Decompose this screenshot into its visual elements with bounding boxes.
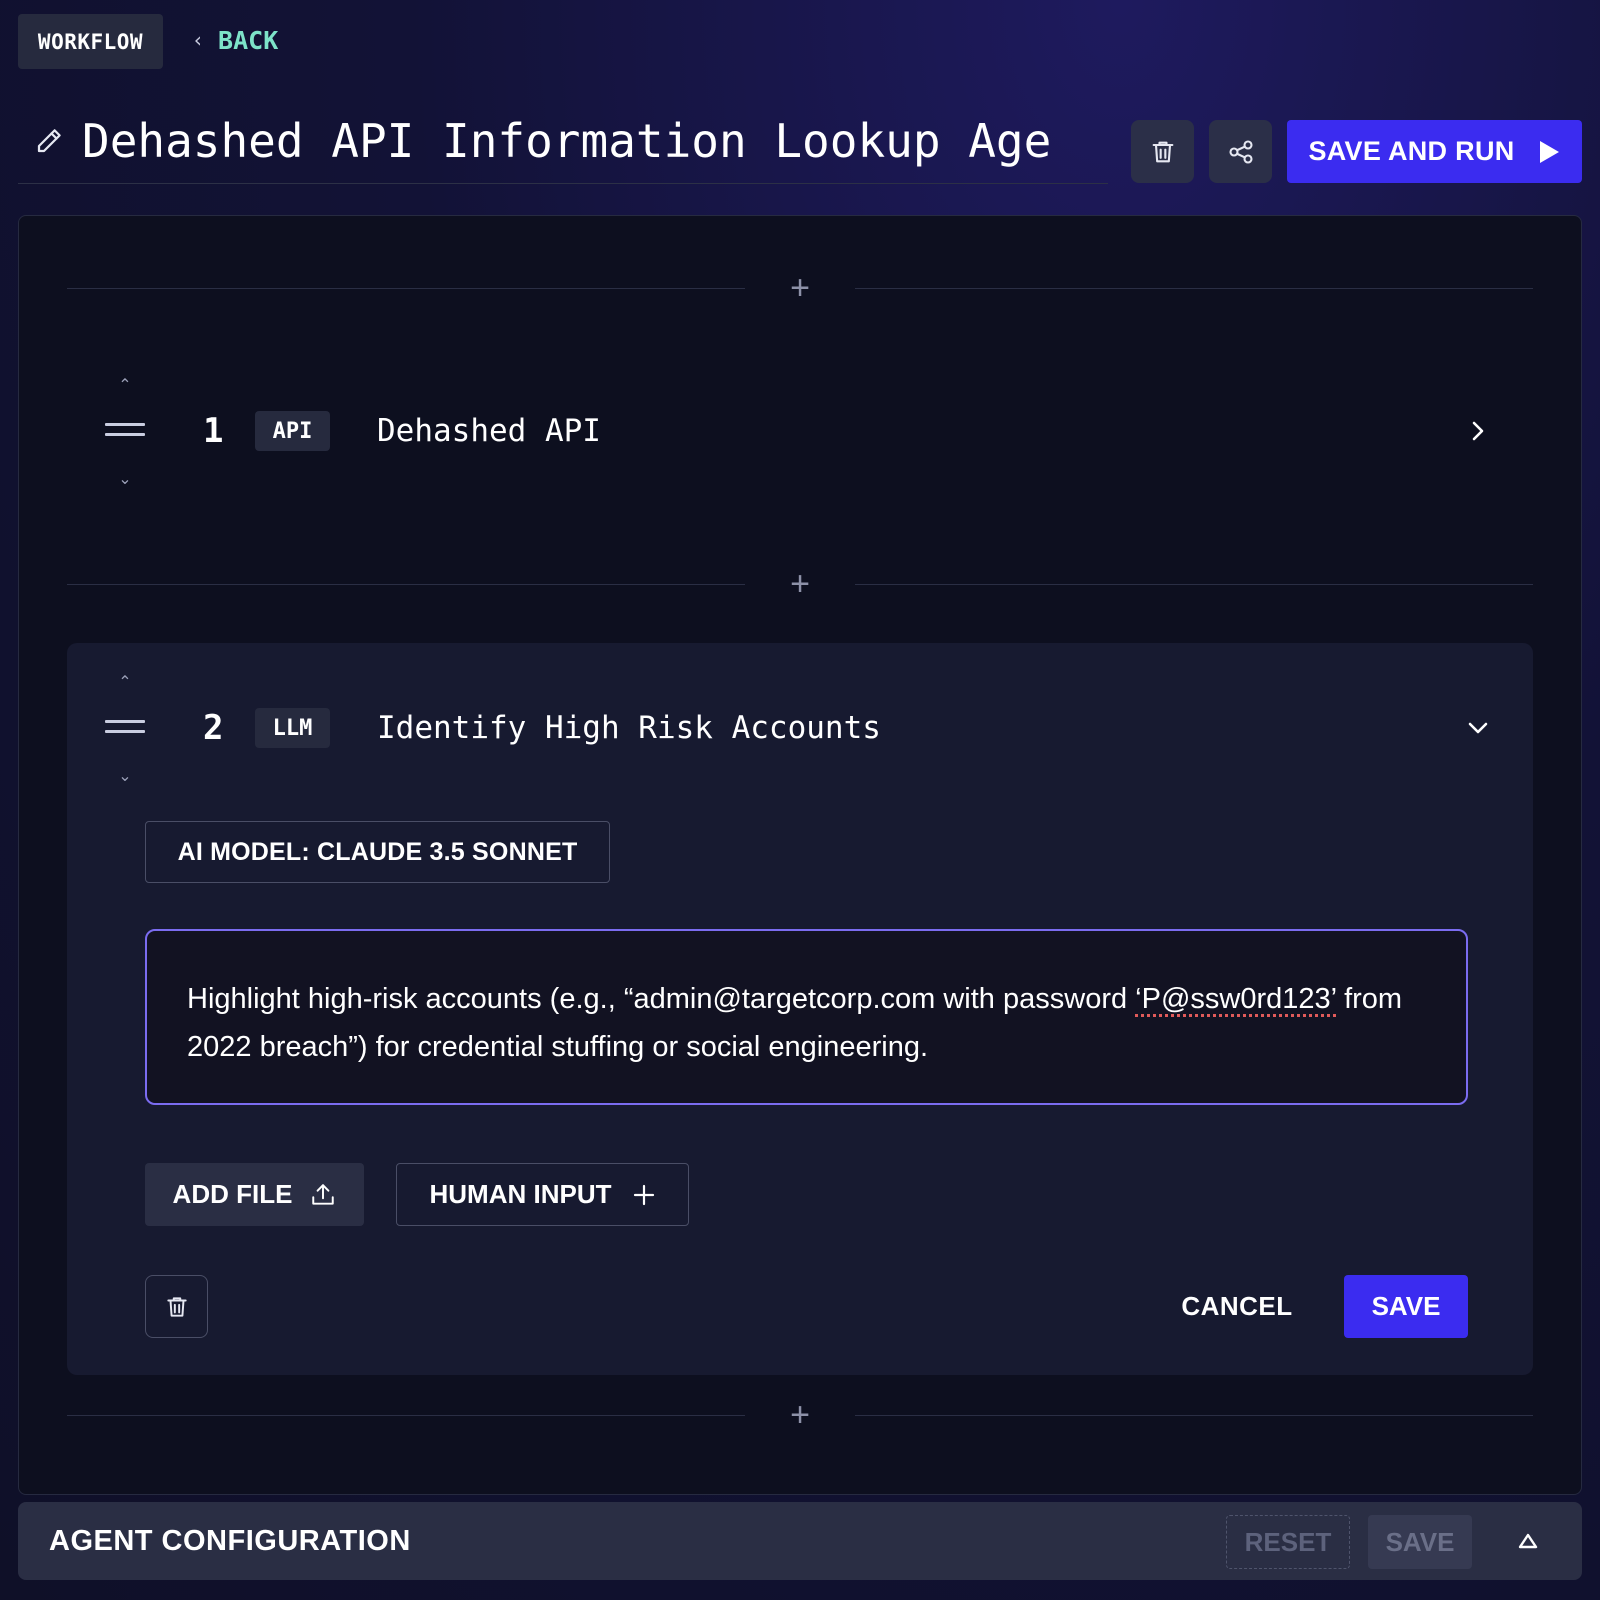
save-and-run-button[interactable]: SAVE AND RUN <box>1287 120 1582 183</box>
move-down-icon[interactable]: ⌄ <box>113 766 137 785</box>
plus-icon <box>633 1184 654 1205</box>
share-icon <box>1228 139 1253 164</box>
workflow-title-row: Dehashed API Information Lookup Age <box>18 98 1108 184</box>
pencil-icon[interactable] <box>34 126 64 156</box>
collapse-step-button[interactable] <box>1462 712 1494 744</box>
agent-configuration-bar: AGENT CONFIGURATION RESET SAVE <box>18 1502 1582 1580</box>
chevron-down-icon <box>1468 722 1488 734</box>
divider-line <box>67 1414 745 1416</box>
back-link[interactable]: ‹ BACK <box>192 20 278 60</box>
save-config-button[interactable]: SAVE <box>1368 1515 1472 1569</box>
plus-icon[interactable]: + <box>745 268 855 308</box>
reset-button[interactable]: RESET <box>1226 1515 1350 1569</box>
save-and-run-label: SAVE AND RUN <box>1308 136 1515 166</box>
add-file-label: ADD FILE <box>172 1179 293 1209</box>
save-step-button[interactable]: SAVE <box>1344 1275 1468 1338</box>
plus-icon[interactable]: + <box>745 1395 855 1435</box>
drag-handle-icon[interactable] <box>105 720 145 736</box>
divider-line <box>855 287 1533 289</box>
step-reorder-controls: ⌃ ⌄ <box>105 371 145 491</box>
divider-line <box>67 287 745 289</box>
workflow-title[interactable]: Dehashed API Information Lookup Age <box>82 114 1051 168</box>
step-type-badge: API <box>255 411 330 451</box>
plus-icon[interactable]: + <box>745 564 855 604</box>
step-row-1[interactable]: ⌃ ⌄ 1 API Dehashed API <box>67 371 1533 491</box>
chevron-left-icon: ‹ <box>192 28 205 52</box>
back-label: BACK <box>218 25 279 55</box>
chevron-right-icon <box>1472 421 1484 441</box>
step-number: 1 <box>203 411 224 451</box>
trash-icon <box>166 1296 187 1317</box>
delete-workflow-button[interactable] <box>1131 120 1194 183</box>
divider-line <box>67 583 745 585</box>
move-up-icon[interactable]: ⌃ <box>113 375 137 394</box>
caret-up-icon <box>1518 1533 1538 1549</box>
prompt-text-misspelled: ‘P@ssw0rd123’ <box>1135 983 1337 1015</box>
step-card-2: ⌃ ⌄ 2 LLM Identify High Risk Accounts AI… <box>67 643 1533 1375</box>
human-input-label: HUMAN INPUT <box>429 1179 612 1209</box>
upload-icon <box>312 1183 335 1205</box>
human-input-button[interactable]: HUMAN INPUT <box>396 1163 689 1226</box>
prompt-textarea[interactable]: Highlight high-risk accounts (e.g., “adm… <box>145 929 1468 1105</box>
delete-step-button[interactable] <box>145 1275 208 1338</box>
add-step-divider: + <box>67 268 1533 308</box>
add-step-divider: + <box>67 1395 1533 1435</box>
cancel-button[interactable]: CANCEL <box>1172 1275 1302 1338</box>
divider-line <box>855 583 1533 585</box>
move-down-icon[interactable]: ⌄ <box>113 469 137 488</box>
play-icon <box>1539 140 1559 163</box>
add-file-button[interactable]: ADD FILE <box>145 1163 364 1226</box>
workflow-steps-panel: + ⌃ ⌄ 1 API Dehashed API + ⌃ ⌄ 2 LLM Ide… <box>18 215 1582 1495</box>
divider-line <box>855 1414 1533 1416</box>
trash-icon <box>1152 141 1173 162</box>
add-step-divider: + <box>67 564 1533 604</box>
workflow-badge: WORKFLOW <box>18 14 163 69</box>
step-number: 2 <box>203 708 224 748</box>
step-name: Dehashed API <box>377 413 601 449</box>
expand-step-button[interactable] <box>1462 415 1494 447</box>
step-name: Identify High Risk Accounts <box>377 710 881 746</box>
agent-configuration-title: AGENT CONFIGURATION <box>49 1525 411 1557</box>
drag-handle-icon[interactable] <box>105 423 145 439</box>
ai-model-selector[interactable]: AI MODEL: CLAUDE 3.5 SONNET <box>145 821 610 883</box>
collapse-config-button[interactable] <box>1513 1526 1543 1556</box>
step-type-badge: LLM <box>255 708 330 748</box>
share-workflow-button[interactable] <box>1209 120 1272 183</box>
step-row-2[interactable]: ⌃ ⌄ 2 LLM Identify High Risk Accounts <box>67 668 1533 788</box>
step-reorder-controls: ⌃ ⌄ <box>105 668 145 788</box>
prompt-text: Highlight high-risk accounts (e.g., “adm… <box>187 983 1136 1015</box>
move-up-icon[interactable]: ⌃ <box>113 672 137 691</box>
